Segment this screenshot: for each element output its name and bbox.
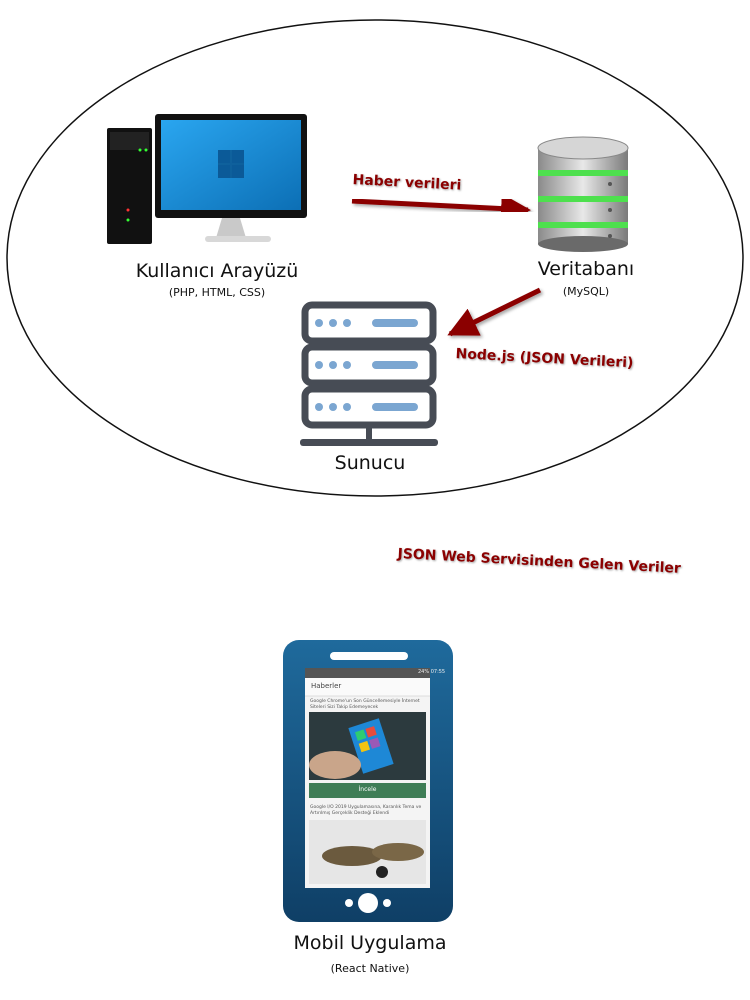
arrow-ui-to-db bbox=[351, 193, 531, 224]
db-subtitle: (MySQL) bbox=[562, 285, 610, 298]
server-title: Sunucu bbox=[334, 452, 406, 474]
phone-app-title: Haberler bbox=[311, 682, 342, 690]
architecture-diagram bbox=[6, 19, 744, 922]
mobile-subtitle: (React Native) bbox=[330, 962, 410, 975]
ui-title: Kullanıcı Arayüzü bbox=[135, 260, 299, 282]
phone-incele-button[interactable]: İncele bbox=[309, 786, 426, 793]
database-icon bbox=[537, 136, 629, 252]
desktop-computer-icon bbox=[107, 114, 307, 244]
phone-news-2: Google I/O 2019 Uygulamasına, Karanlık T… bbox=[310, 805, 422, 816]
phone-status-text: 24% 07:55 bbox=[418, 669, 446, 675]
server-rack-icon bbox=[300, 301, 438, 446]
phone-news-1: Google Chrome'un Son Güncellemesiyle İnt… bbox=[310, 699, 420, 710]
smartphone-icon bbox=[283, 640, 453, 922]
mobile-title: Mobil Uygulama bbox=[293, 932, 447, 954]
ui-subtitle: (PHP, HTML, CSS) bbox=[168, 286, 266, 299]
db-title: Veritabanı bbox=[537, 258, 635, 280]
